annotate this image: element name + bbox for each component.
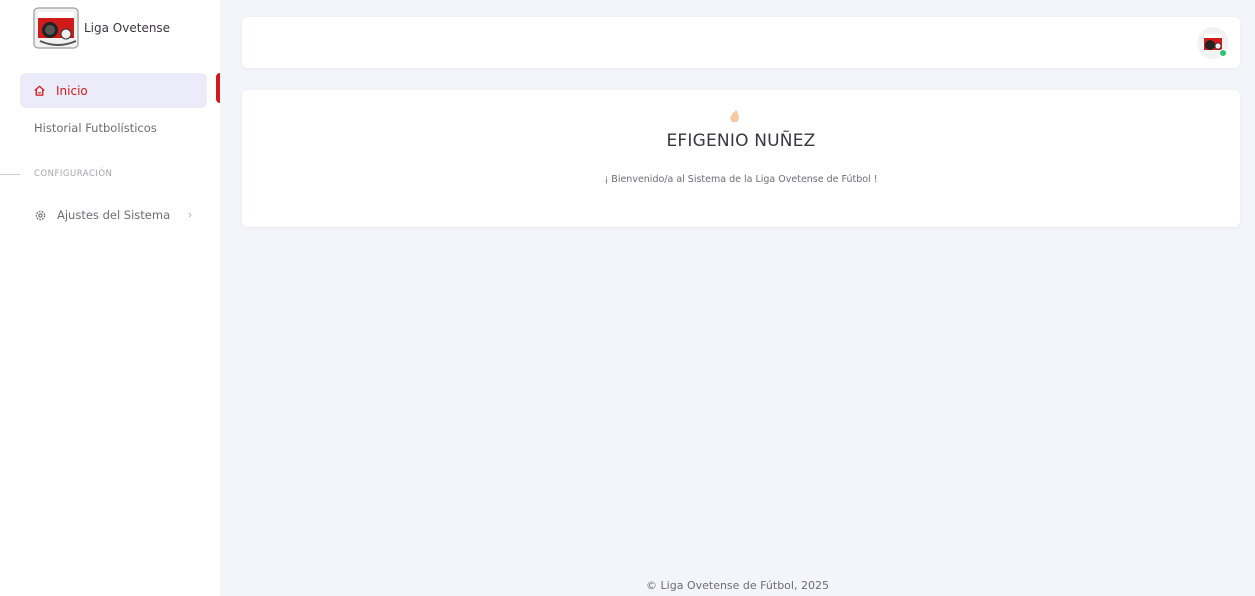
chevron-right-icon: ›	[188, 209, 193, 221]
section-header-configuracion: CONFIGURACIÓN	[0, 167, 112, 181]
app-root: Liga Ovetense Inicio Historial Futbolíst…	[0, 0, 1255, 596]
user-name: EFIGENIO NUÑEZ	[666, 131, 816, 151]
brand-name: Liga Ovetense	[84, 21, 171, 35]
sidebar-item-historial[interactable]: Historial Futbolísticos	[34, 121, 157, 135]
sidebar-item-inicio[interactable]: Inicio	[20, 73, 207, 108]
home-icon	[34, 85, 45, 96]
sidebar: Liga Ovetense Inicio Historial Futbolíst…	[0, 0, 220, 596]
gear-icon	[35, 210, 46, 220]
sidebar-item-ajustes[interactable]: Ajustes del Sistema ›	[34, 208, 192, 222]
section-header-label: CONFIGURACIÓN	[34, 169, 113, 179]
waving-hand-icon	[730, 110, 739, 123]
welcome-card: EFIGENIO NUÑEZ ¡ Bienvenido/a al Sistema…	[242, 90, 1240, 227]
sidebar-item-label: Inicio	[56, 83, 88, 98]
user-avatar[interactable]	[1196, 26, 1230, 60]
sidebar-item-label: Historial Futbolísticos	[34, 121, 157, 135]
welcome-message: ¡ Bienvenido/a al Sistema de la Liga Ove…	[604, 174, 878, 185]
online-status-dot	[1219, 49, 1227, 57]
main-content: EFIGENIO NUÑEZ ¡ Bienvenido/a al Sistema…	[220, 0, 1255, 596]
sidebar-item-label: Ajustes del Sistema	[57, 208, 171, 222]
section-divider	[0, 173, 20, 175]
top-navbar	[242, 17, 1240, 68]
footer: © Liga Ovetense de Fútbol, 2025	[220, 579, 1255, 592]
club-logo-icon	[33, 7, 79, 49]
footer-text: © Liga Ovetense de Fútbol, 2025	[646, 579, 829, 592]
brand[interactable]: Liga Ovetense	[0, 0, 220, 56]
